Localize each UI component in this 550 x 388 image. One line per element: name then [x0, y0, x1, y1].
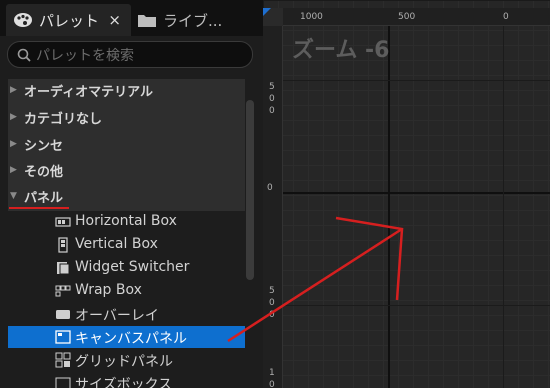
- annotation-arrow-shaft: [227, 227, 403, 343]
- annotation-arrows: [227, 216, 404, 343]
- annotation-arrow-head: [335, 216, 404, 301]
